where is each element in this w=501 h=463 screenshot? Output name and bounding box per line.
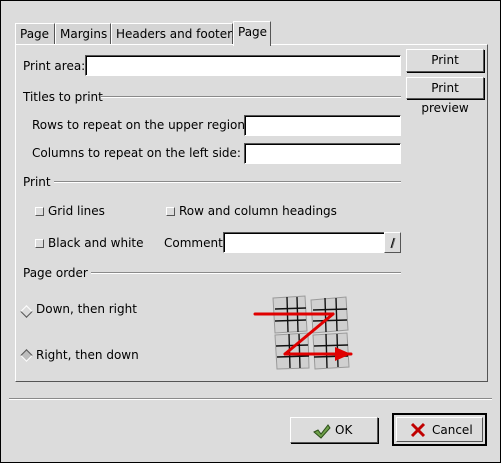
tab-page[interactable]: Page — [15, 23, 55, 45]
page-order-separator — [91, 272, 401, 274]
comments-dropdown-button[interactable] — [384, 232, 401, 253]
print-preview-button[interactable]: Print preview — [406, 77, 484, 115]
tab-page-sheet[interactable]: Page — [233, 21, 271, 46]
print-button[interactable]: Print — [406, 49, 484, 72]
tab-headers-footers[interactable]: Headers and footers — [111, 23, 238, 45]
titles-to-print-heading: Titles to print — [23, 90, 103, 104]
cancel-button[interactable]: Cancel — [392, 413, 487, 446]
cancel-x-icon — [410, 422, 426, 438]
page-order-heading: Page order — [23, 266, 88, 280]
print-separator — [54, 181, 401, 183]
bottom-separator — [9, 398, 492, 400]
black-white-checkbox[interactable] — [35, 239, 44, 248]
ok-label: OK — [335, 423, 353, 437]
page-setup-dialog: Page Margins Headers and footers Page Pr… — [0, 0, 501, 463]
black-white-label[interactable]: Black and white — [48, 235, 144, 251]
cancel-label: Cancel — [432, 423, 473, 437]
titles-separator — [101, 96, 401, 98]
grid-lines-checkbox[interactable] — [35, 207, 44, 216]
rows-repeat-label: Rows to repeat on the upper region: — [32, 118, 250, 132]
print-area-label: Print area: — [23, 59, 86, 73]
row-col-headings-label[interactable]: Row and column headings — [179, 203, 337, 219]
ok-button[interactable]: OK — [290, 417, 378, 443]
columns-repeat-input[interactable] — [244, 143, 401, 164]
down-then-right-label[interactable]: Down, then right — [36, 301, 137, 317]
row-col-headings-checkbox[interactable] — [166, 207, 175, 216]
page-order-preview-icon — [253, 295, 353, 370]
dropdown-arrow-icon — [390, 237, 396, 249]
print-area-input[interactable] — [85, 55, 401, 76]
grid-lines-label[interactable]: Grid lines — [48, 203, 105, 219]
comments-label: Comments — [164, 236, 230, 250]
right-then-down-label[interactable]: Right, then down — [36, 347, 139, 363]
comments-select[interactable] — [223, 232, 385, 253]
print-heading: Print — [23, 175, 51, 189]
rows-repeat-input[interactable] — [244, 115, 401, 136]
ok-check-icon — [313, 424, 331, 439]
columns-repeat-label: Columns to repeat on the left side: — [32, 146, 241, 160]
tab-margins[interactable]: Margins — [55, 23, 111, 45]
